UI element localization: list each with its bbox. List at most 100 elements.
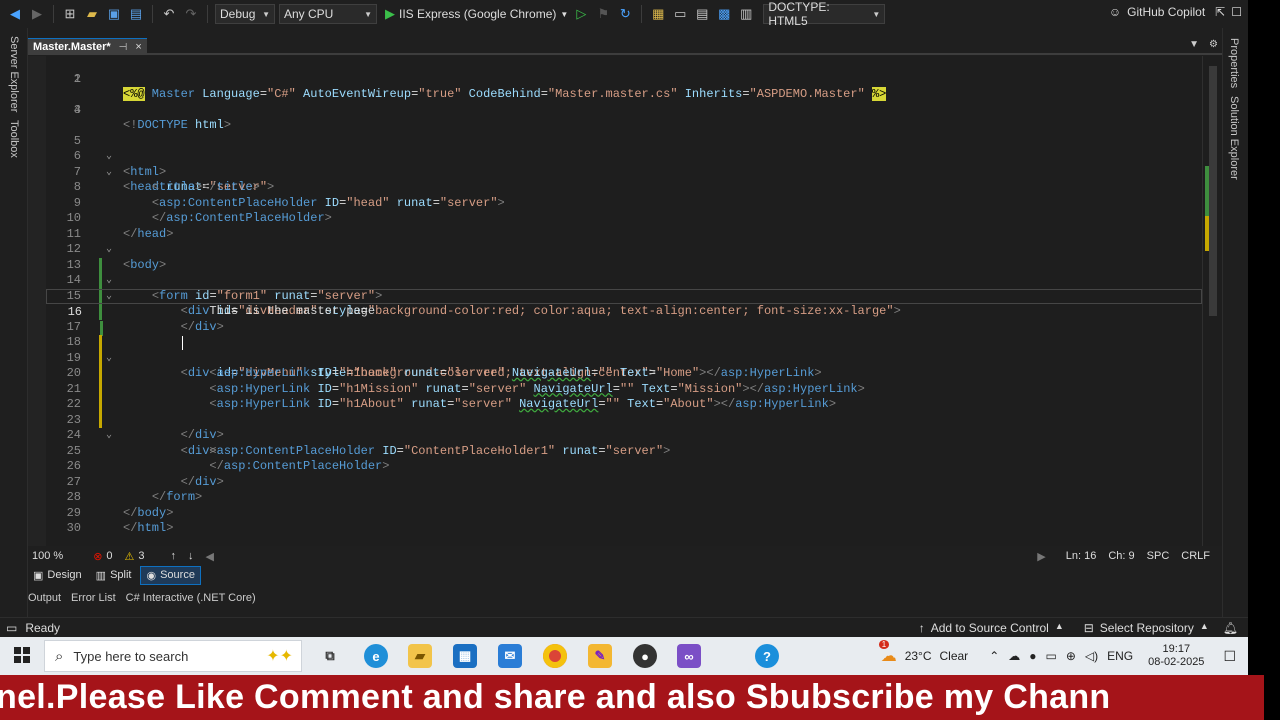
code-editor[interactable]: 1 <%@ Master Language="C#" AutoEventWire… bbox=[28, 56, 1222, 546]
back-icon[interactable]: ◀ bbox=[6, 5, 24, 23]
share-icon[interactable]: ⇱ bbox=[1215, 5, 1225, 19]
help-icon[interactable]: ? bbox=[755, 644, 779, 668]
paint-icon[interactable]: ✎ bbox=[588, 644, 612, 668]
scrollbar-thumb[interactable] bbox=[1209, 66, 1217, 316]
line-content: </html> bbox=[123, 521, 174, 535]
line-indicator[interactable]: Ln: 16 bbox=[1066, 550, 1097, 562]
tab-split-label: Split bbox=[110, 569, 132, 581]
previous-issue-icon[interactable]: ↑ bbox=[171, 550, 177, 562]
battery-icon[interactable]: ▭ bbox=[1046, 649, 1057, 663]
tray-expand-icon[interactable]: ⌃ bbox=[989, 649, 999, 663]
code-line: 17 ⌄ <div id="divMenu" style="background… bbox=[46, 304, 1202, 381]
toolbox-tab[interactable]: Toolbox bbox=[8, 120, 20, 158]
new-project-icon[interactable]: ⊞ bbox=[61, 5, 79, 23]
attach-icon[interactable]: ⚑ bbox=[594, 5, 612, 23]
uncomment-icon[interactable]: ▥ bbox=[737, 5, 755, 23]
weather-icon: ☁ 1 bbox=[878, 640, 897, 665]
view-mode-tabs: ▣ Design ▥ Split ◉ Source bbox=[28, 565, 1222, 585]
hot-reload-icon[interactable]: ↻ bbox=[616, 5, 634, 23]
config-dropdown[interactable]: Debug ▼ bbox=[215, 4, 275, 24]
line-number: 2 bbox=[73, 71, 81, 86]
server-explorer-tab[interactable]: Server Explorer bbox=[8, 36, 20, 112]
feedback-icon[interactable]: ☐ bbox=[1231, 5, 1242, 19]
line-ending-indicator[interactable]: CRLF bbox=[1181, 550, 1210, 562]
code-line: 2 bbox=[46, 72, 1202, 88]
clock[interactable]: 19:17 08-02-2025 bbox=[1148, 643, 1204, 669]
add-to-source-control[interactable]: ↑ Add to Source Control ▲ bbox=[919, 621, 1064, 635]
tab-source[interactable]: ◉ Source bbox=[140, 565, 201, 585]
code-line: 28 </body> bbox=[46, 475, 1202, 520]
doctype-value: DOCTYPE: HTML5 bbox=[768, 0, 830, 28]
zoom-level[interactable]: 100 % bbox=[32, 550, 63, 562]
tab-design[interactable]: ▣ Design bbox=[28, 567, 87, 584]
pin-icon[interactable]: ⊣ bbox=[119, 42, 128, 53]
next-issue-icon[interactable]: ↓ bbox=[188, 550, 194, 562]
doctype-dropdown[interactable]: DOCTYPE: HTML5 ▼ bbox=[763, 0, 886, 28]
notifications-bell-icon[interactable]: 🔔︎ bbox=[1223, 621, 1238, 635]
settings-gear-icon[interactable]: ⚙ bbox=[1209, 39, 1218, 50]
code-line: 20 <asp:HyperLink ID="h1About" runat="se… bbox=[46, 351, 1202, 411]
weather-widget[interactable]: ☁ 1 23°C Clear bbox=[878, 640, 968, 666]
properties-tab[interactable]: Properties bbox=[1228, 38, 1240, 88]
copilot-button[interactable]: ☺ GitHub Copilot ⇱ ☐ bbox=[1109, 5, 1242, 19]
scroll-right-icon[interactable]: ▶ bbox=[1037, 550, 1045, 563]
select-repository[interactable]: ⊟ Select Repository ▲ bbox=[1084, 621, 1209, 635]
tab-output[interactable]: Output bbox=[28, 592, 61, 608]
scroll-left-icon[interactable]: ◀ bbox=[206, 550, 214, 563]
save-all-icon[interactable]: ▤ bbox=[127, 5, 145, 23]
visual-studio-icon[interactable]: ∞ bbox=[677, 644, 701, 668]
windows-taskbar: ⌕ Type here to search ✦✦ ⧉ e ▰ ▦ ✉ ✎ ● ∞… bbox=[0, 637, 1248, 675]
tab-dropdown-icon[interactable]: ▼ bbox=[1189, 39, 1199, 50]
windows-start-icon[interactable] bbox=[14, 647, 30, 663]
start-without-debug-icon[interactable]: ▷ bbox=[572, 5, 590, 23]
browse-icon[interactable]: ▦ bbox=[649, 5, 667, 23]
tab-split[interactable]: ▥ Split bbox=[91, 567, 137, 584]
main-toolbar: ◀ ▶ ⊞ ▰ ▣ ▤ ↶ ↷ Debug ▼ Any CPU ▼ ▶ IIS Exp… bbox=[0, 0, 1248, 28]
save-icon[interactable]: ▣ bbox=[105, 5, 123, 23]
forward-icon[interactable]: ▶ bbox=[28, 5, 46, 23]
chevron-up-icon: ▲ bbox=[1054, 620, 1064, 631]
open-folder-icon[interactable]: ▰ bbox=[83, 5, 101, 23]
solution-explorer-tab[interactable]: Solution Explorer bbox=[1228, 96, 1240, 180]
redo-icon[interactable]: ↷ bbox=[182, 5, 200, 23]
layout-icon[interactable]: ▭ bbox=[671, 5, 689, 23]
whitespace-indicator[interactable]: SPC bbox=[1147, 550, 1170, 562]
edge-icon[interactable]: e bbox=[364, 644, 388, 668]
run-button[interactable]: ▶ IIS Express (Google Chrome) ▼ bbox=[385, 6, 568, 22]
comment-icon[interactable]: ▩ bbox=[715, 5, 733, 23]
warning-indicator[interactable]: ⚠ 3 bbox=[125, 550, 145, 563]
tab-master-master[interactable]: Master.Master* ⊣ × bbox=[28, 38, 147, 55]
column-indicator[interactable]: Ch: 9 bbox=[1108, 550, 1134, 562]
undo-icon[interactable]: ↶ bbox=[160, 5, 178, 23]
format-document-icon[interactable]: ▤ bbox=[693, 5, 711, 23]
tab-row-controls: ▼ ⚙ bbox=[1189, 39, 1218, 50]
store-icon[interactable]: ▦ bbox=[453, 644, 477, 668]
recorder-icon[interactable]: ● bbox=[633, 644, 657, 668]
volume-icon[interactable]: ◁) bbox=[1085, 649, 1098, 663]
mail-icon[interactable]: ✉ bbox=[498, 644, 522, 668]
error-indicator[interactable]: ⊗ 0 bbox=[93, 550, 112, 563]
platform-dropdown[interactable]: Any CPU ▼ bbox=[279, 4, 377, 24]
microphone-icon[interactable]: ● bbox=[1029, 649, 1036, 663]
vertical-scrollbar[interactable] bbox=[1202, 56, 1222, 546]
copilot-label: GitHub Copilot bbox=[1127, 5, 1206, 19]
tab-error-list[interactable]: Error List bbox=[71, 592, 116, 608]
weather-temp: 23°C bbox=[904, 649, 932, 663]
network-icon[interactable]: ⊕ bbox=[1066, 649, 1076, 663]
file-explorer-icon[interactable]: ▰ bbox=[408, 644, 432, 668]
chrome-icon[interactable] bbox=[543, 644, 567, 668]
code-line: 27 </form> bbox=[46, 459, 1202, 505]
task-view-icon[interactable]: ⧉ bbox=[318, 644, 342, 668]
chevron-down-icon: ▼ bbox=[560, 9, 569, 19]
close-icon[interactable]: × bbox=[135, 41, 141, 53]
output-window-icon[interactable]: ▭ bbox=[6, 621, 17, 635]
tab-csharp-interactive[interactable]: C# Interactive (.NET Core) bbox=[126, 592, 256, 608]
code-line: 14 This is the master page bbox=[46, 258, 1202, 318]
language-indicator[interactable]: ENG bbox=[1107, 649, 1133, 663]
status-text: Ready bbox=[25, 620, 61, 635]
code-line: 26 </div> bbox=[46, 444, 1202, 489]
notification-center-icon[interactable]: ☐ bbox=[1223, 648, 1236, 665]
taskbar-search-box[interactable]: ⌕ Type here to search ✦✦ bbox=[44, 640, 302, 672]
code-line: 30 bbox=[46, 506, 1202, 535]
onedrive-icon[interactable]: ☁ bbox=[1008, 649, 1020, 663]
